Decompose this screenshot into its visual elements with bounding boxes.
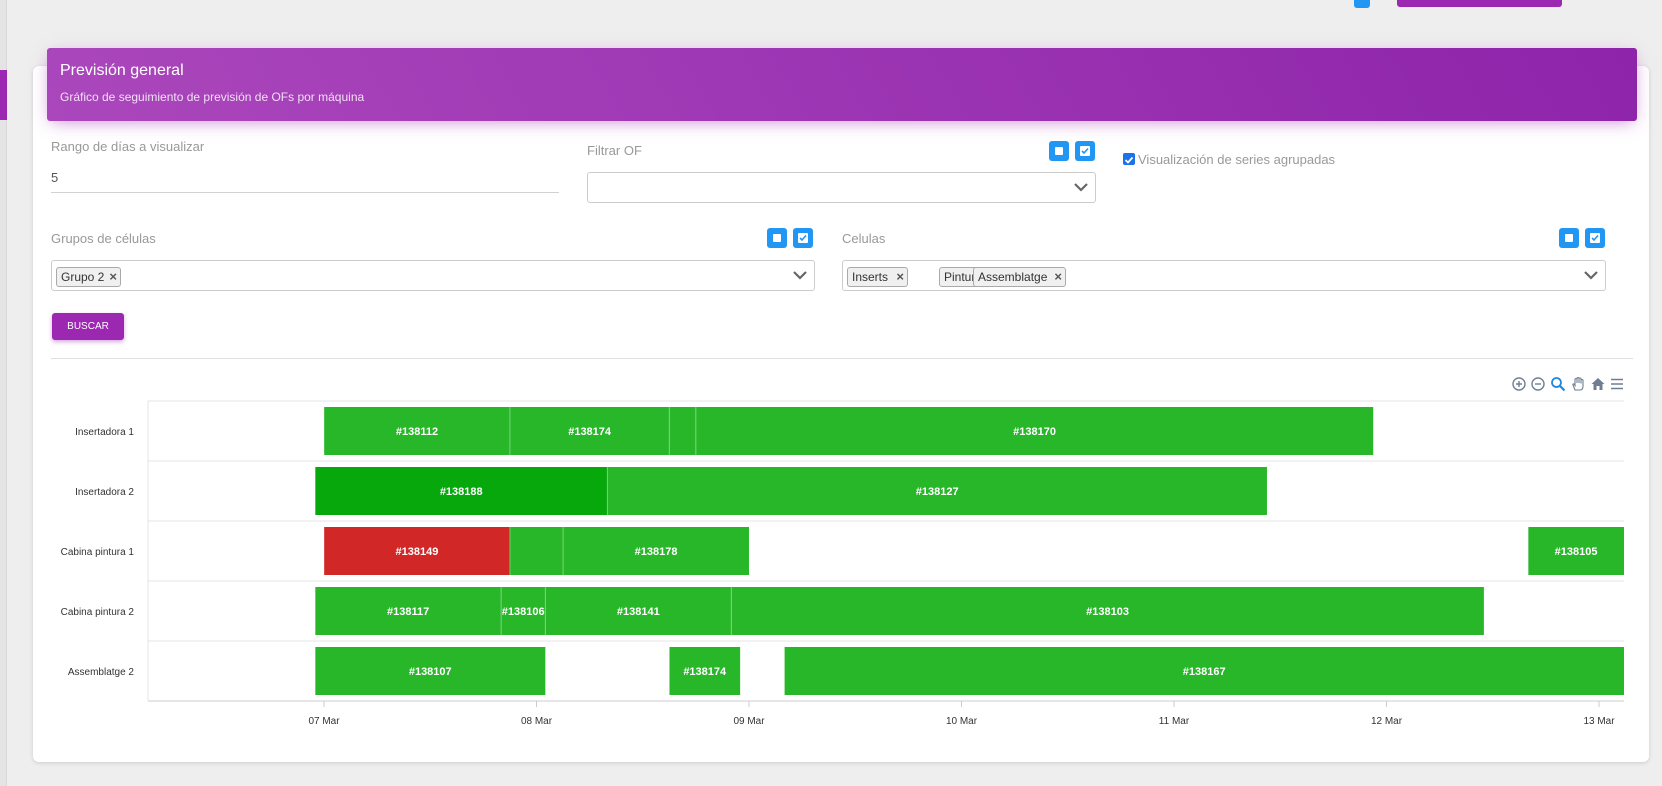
x-tick-label: 11 Mar xyxy=(1159,716,1190,727)
gantt-bar-label: #138117 xyxy=(387,606,429,618)
gantt-bar-label: #138141 xyxy=(617,606,660,618)
gantt-bar-label: #138103 xyxy=(1086,606,1129,618)
x-tick-label: 13 Mar xyxy=(1583,716,1615,727)
gantt-bar-label: #138127 xyxy=(916,486,959,498)
x-tick-label: 08 Mar xyxy=(521,716,553,727)
gantt-bar-label: #138174 xyxy=(683,666,727,678)
y-axis-label: Insertadora 2 xyxy=(75,487,134,498)
gantt-chart: Insertadora 1 Insertadora 2 Cabina pintura… xyxy=(61,400,1624,727)
y-axis-label: Assemblatge 2 xyxy=(68,667,135,678)
gantt-bar[interactable] xyxy=(669,407,696,455)
screen: { "header": { "title": "Previsión genera… xyxy=(0,0,1662,786)
gantt-bar-label: #138149 xyxy=(396,546,439,558)
gantt-bar-label: #138167 xyxy=(1183,666,1226,678)
gantt-bar-label: #138170 xyxy=(1013,426,1056,438)
x-tick-label: 09 Mar xyxy=(733,716,765,727)
x-tick-label: 10 Mar xyxy=(946,716,978,727)
gantt-bar-label: #138105 xyxy=(1555,546,1598,558)
gantt-bar[interactable] xyxy=(509,527,564,575)
gantt-bar-label: #138107 xyxy=(409,666,452,678)
gantt-bar-label: #138188 xyxy=(440,486,483,498)
gantt-bar-label: #138112 xyxy=(396,426,438,438)
gantt-bar-label: #138106 xyxy=(502,606,545,618)
chart-bars xyxy=(314,407,1624,695)
y-axis-label: Insertadora 1 xyxy=(75,427,134,438)
x-tick-label: 12 Mar xyxy=(1371,716,1403,727)
y-axis-label: Cabina pintura 1 xyxy=(61,547,135,558)
gantt-bar-label: #138174 xyxy=(568,426,612,438)
y-axis-label: Cabina pintura 2 xyxy=(61,607,135,618)
gantt-bar-label: #138178 xyxy=(635,546,678,558)
x-tick-label: 07 Mar xyxy=(308,716,340,727)
